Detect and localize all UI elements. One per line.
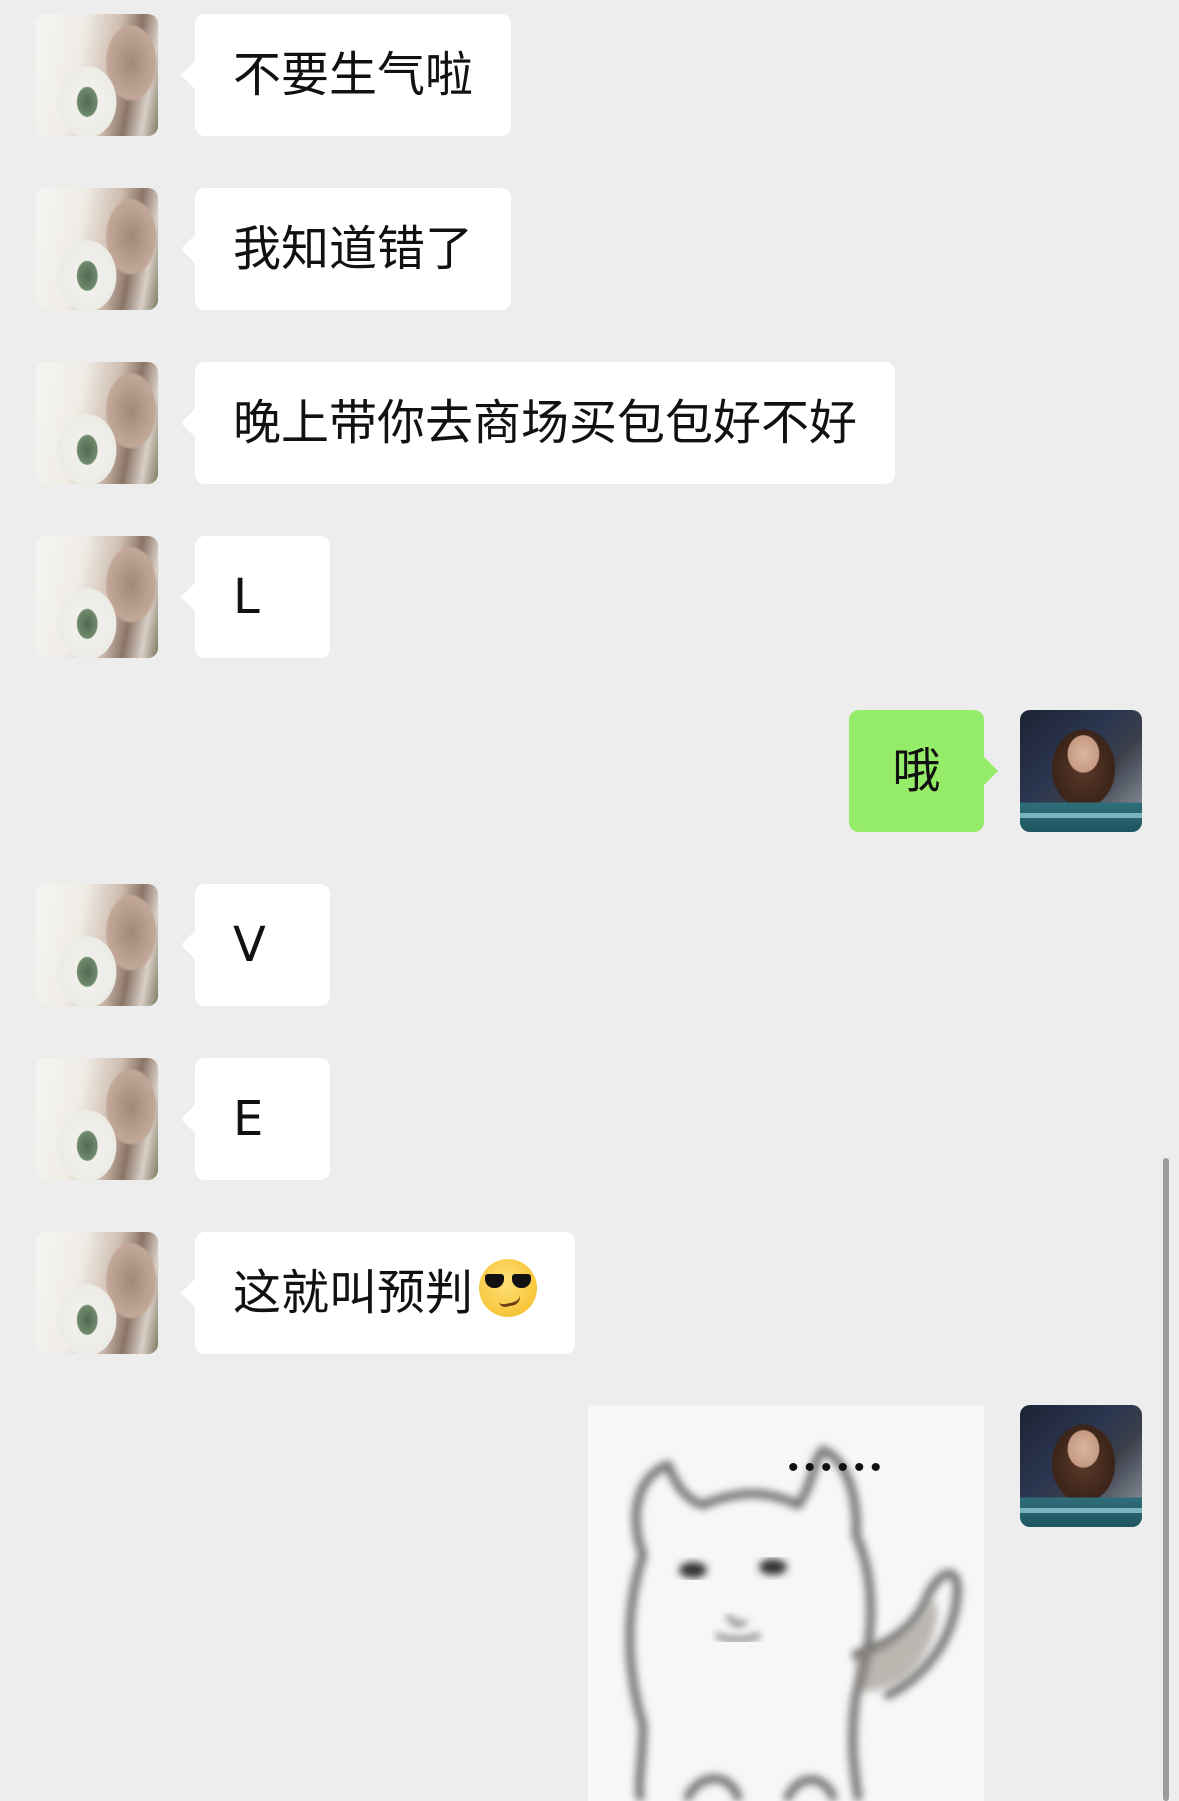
friend-avatar[interactable] (36, 536, 158, 658)
message-row: 不要生气啦 (0, 14, 1179, 137)
message-row: 我知道错了 (0, 188, 1179, 311)
message-row: 哦 (0, 710, 1179, 833)
message-row: V (0, 884, 1179, 1007)
message-bubble[interactable]: 晚上带你去商场买包包好不好 (180, 362, 896, 484)
message-bubble[interactable]: V (181, 884, 330, 1006)
message-row: 这就叫预判 (0, 1232, 1179, 1355)
message-text: 这就叫预判 (233, 1265, 474, 1321)
message-bubble[interactable]: 我知道错了 (180, 188, 512, 310)
message-bubble[interactable]: 不要生气啦 (180, 14, 512, 136)
message-bubble[interactable]: 这就叫预判 (180, 1232, 576, 1354)
chat-message-list[interactable]: 不要生气啦 我知道错了 晚上带你去商场买包包好不好 L 哦 V E 这就叫预判 (0, 0, 1179, 1801)
message-bubble[interactable]: 哦 (849, 710, 998, 832)
friend-avatar[interactable] (36, 1232, 158, 1354)
self-avatar[interactable] (1020, 1405, 1142, 1527)
message-bubble[interactable]: E (181, 1058, 330, 1180)
message-row: L (0, 536, 1179, 659)
scrollbar[interactable] (1163, 1158, 1169, 1801)
friend-avatar[interactable] (36, 14, 158, 136)
sticker-dots: •••••• (788, 1451, 887, 1484)
self-avatar[interactable] (1020, 710, 1142, 832)
message-bubble[interactable]: L (181, 536, 330, 658)
friend-avatar[interactable] (36, 884, 158, 1006)
sunglasses-smile-emoji-icon (479, 1259, 538, 1317)
friend-avatar[interactable] (36, 1058, 158, 1180)
cat-sticker[interactable]: •••••• (588, 1405, 984, 1801)
message-row: 晚上带你去商场买包包好不好 (0, 362, 1179, 485)
friend-avatar[interactable] (36, 362, 158, 484)
message-row: E (0, 1058, 1179, 1181)
friend-avatar[interactable] (36, 188, 158, 310)
